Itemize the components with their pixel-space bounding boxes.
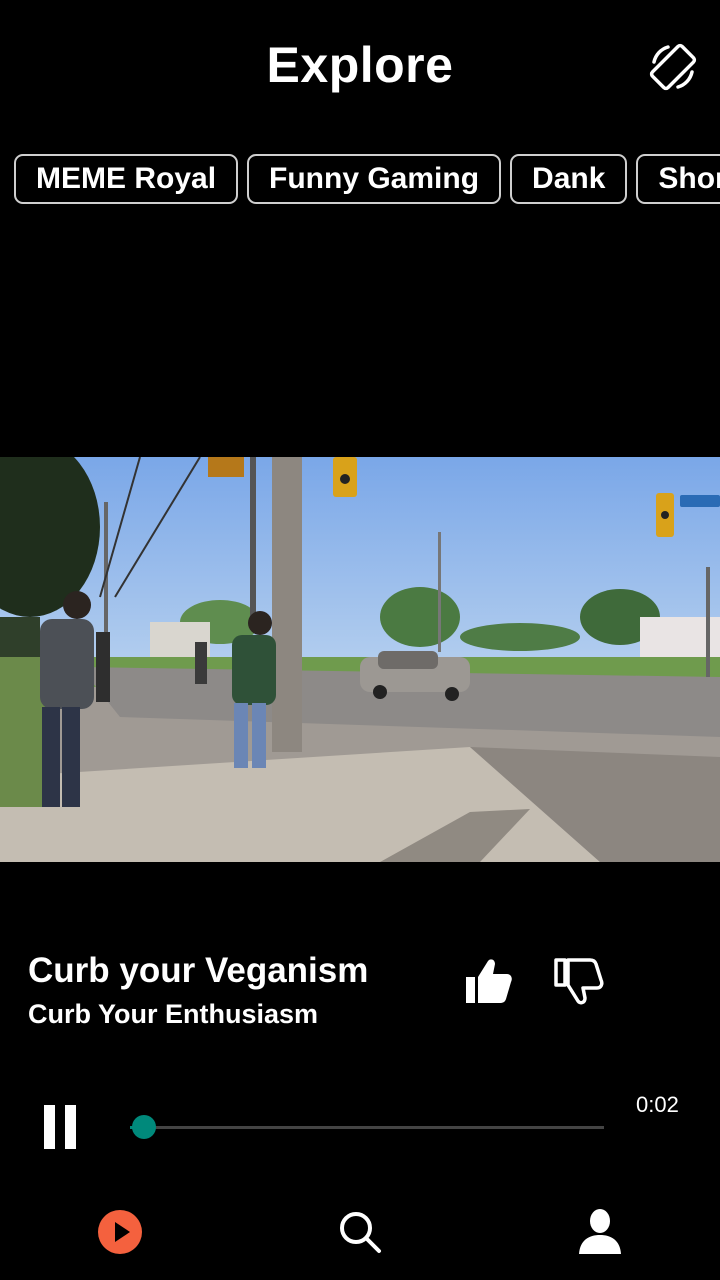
bottom-navigation [0,1190,720,1280]
page-title: Explore [266,37,454,93]
thumbs-up-icon[interactable] [462,955,514,1007]
chip-funny-gaming[interactable]: Funny Gaming [247,154,502,204]
chip-dank[interactable]: Dank [510,154,628,204]
channel-name[interactable]: Curb Your Enthusiasm [28,994,448,1034]
video-title: Curb your Veganism [28,951,369,990]
chip-meme-royal[interactable]: MEME Royal [14,154,239,204]
video-info: Curb your Veganism Curb Your Enthusiasm [28,950,448,1034]
screen-rotation-icon[interactable] [646,40,700,94]
search-icon[interactable] [334,1206,386,1258]
seek-thumb[interactable] [132,1115,157,1139]
person-icon[interactable] [574,1206,626,1258]
seek-bar[interactable] [130,1115,604,1139]
category-chips: MEME RoyalFunny GamingDankShort [14,154,720,206]
chip-short[interactable]: Short [636,154,720,204]
pause-icon[interactable] [40,1105,80,1151]
top-bar: Explore [0,0,720,130]
thumbs-down-icon[interactable] [552,955,604,1007]
play-circle-icon[interactable] [94,1206,146,1258]
video-player[interactable] [0,457,720,862]
elapsed-time: 0:02 [636,1092,679,1117]
